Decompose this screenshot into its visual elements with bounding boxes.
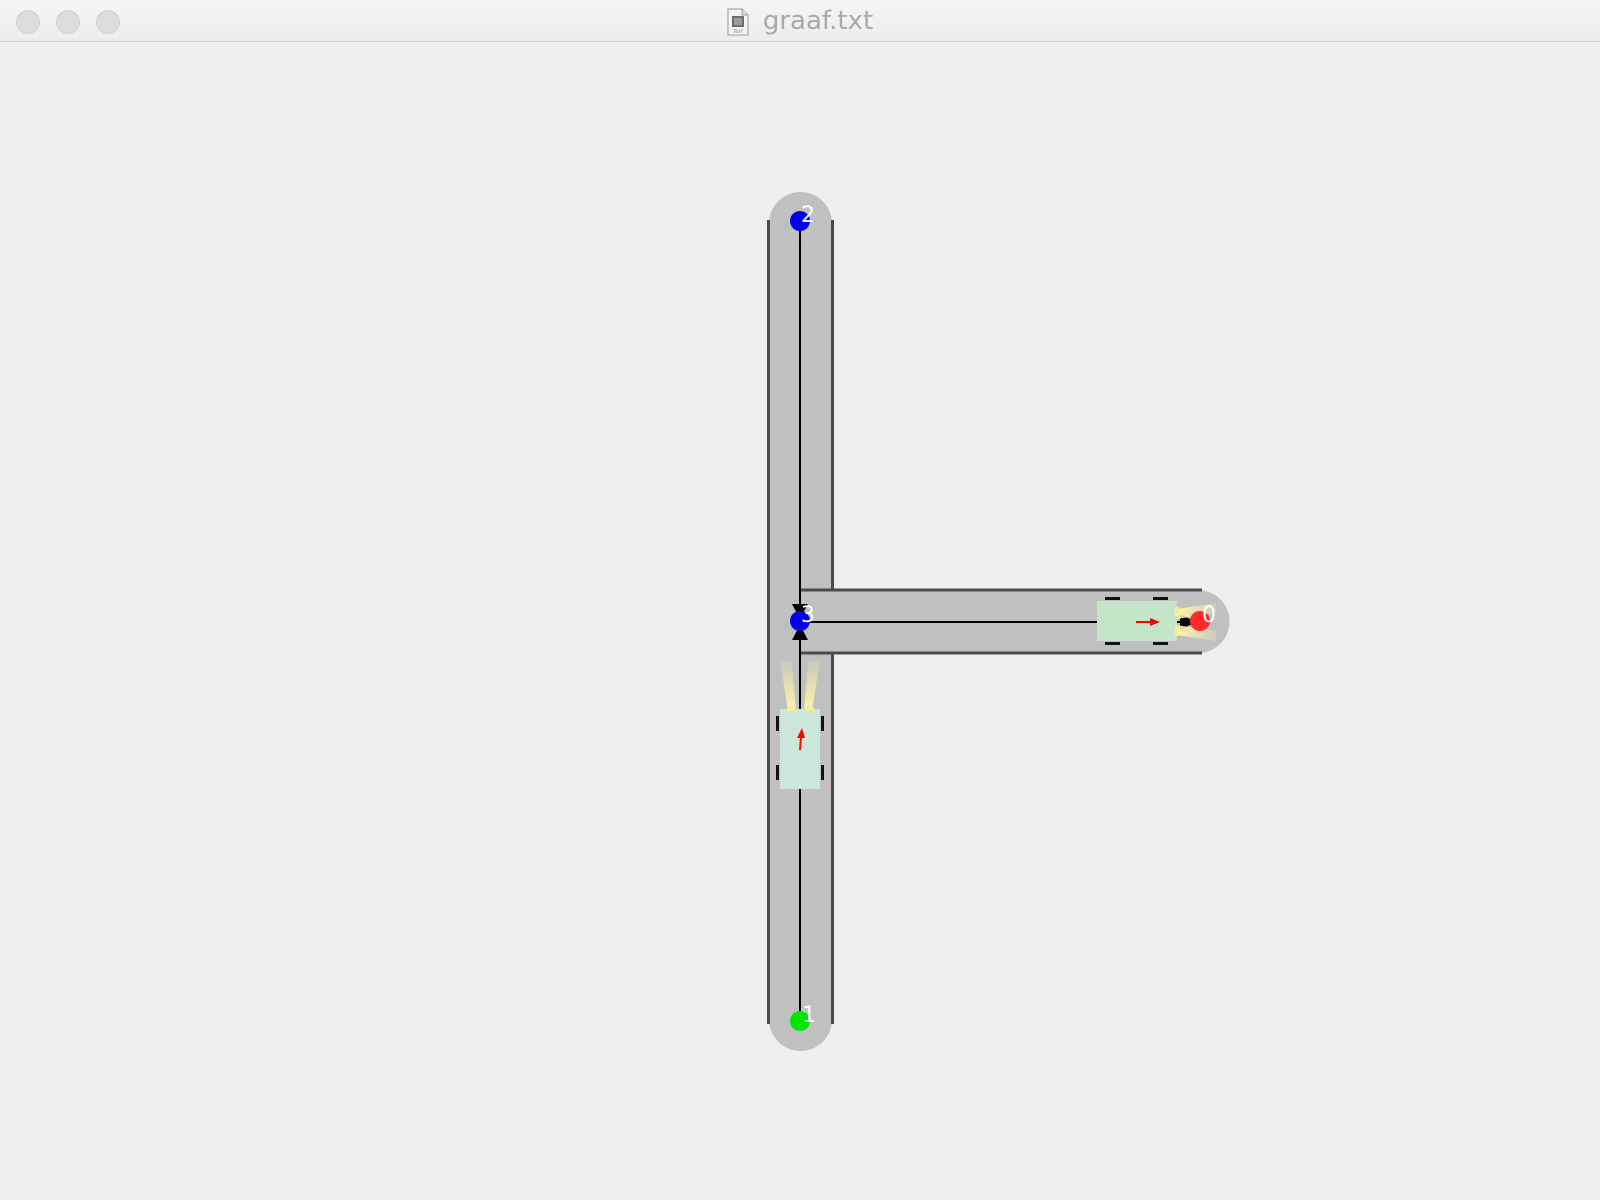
headlight-icon bbox=[806, 707, 814, 711]
title-bar[interactable]: TEXT graaf.txt bbox=[0, 0, 1600, 42]
node-label: 3 bbox=[801, 603, 815, 628]
text-document-icon: TEXT bbox=[727, 8, 749, 36]
node-label: 1 bbox=[802, 1003, 816, 1028]
headlight-icon bbox=[1175, 627, 1179, 636]
app-window: TEXT graaf.txt 2 3 0 1 bbox=[0, 0, 1600, 1200]
graph-view[interactable]: 2 3 0 1 bbox=[0, 43, 1600, 1200]
map-canvas[interactable]: 2 3 0 1 bbox=[0, 43, 1600, 1200]
node-label: 0 bbox=[1202, 603, 1216, 628]
window-title: graaf.txt bbox=[762, 6, 874, 36]
minimize-button[interactable] bbox=[56, 10, 80, 34]
close-button[interactable] bbox=[16, 10, 40, 34]
zoom-button[interactable] bbox=[96, 10, 120, 34]
node-label: 2 bbox=[801, 203, 815, 228]
headlight-icon bbox=[1175, 607, 1179, 616]
svg-text:TEXT: TEXT bbox=[732, 29, 744, 34]
headlight-icon bbox=[787, 707, 795, 711]
